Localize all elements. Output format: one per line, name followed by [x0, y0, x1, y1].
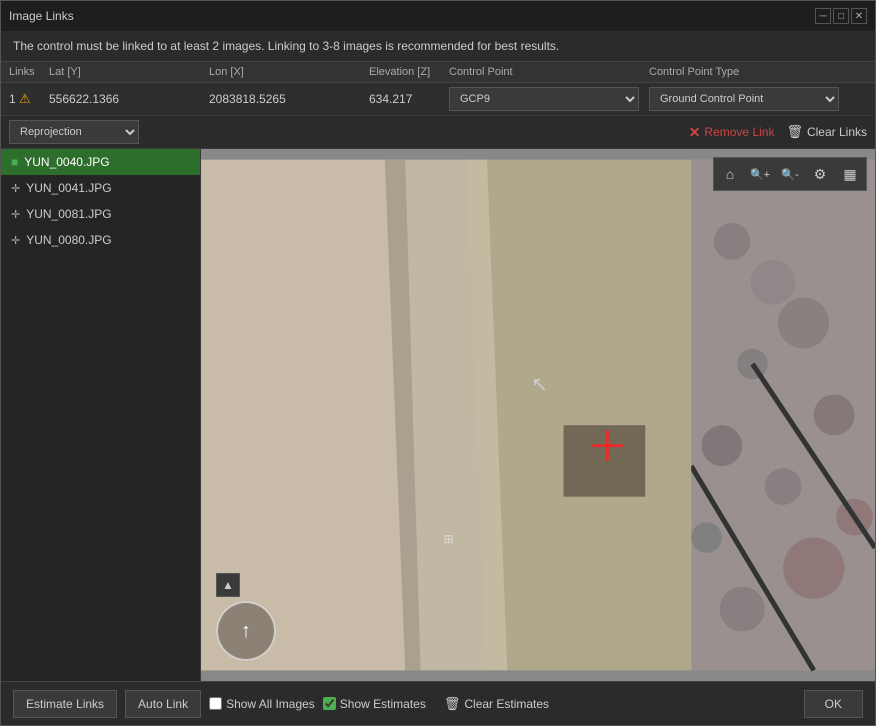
title-bar-buttons: ─ □ ✕: [815, 8, 867, 24]
info-message: The control must be linked to at least 2…: [13, 39, 559, 53]
row-cpt: Ground Control Point: [649, 87, 849, 111]
aerial-image: [201, 149, 875, 681]
crosshair-icon-3: ✛: [11, 234, 20, 247]
control-point-select[interactable]: GCP9: [449, 87, 639, 111]
nav-up-button[interactable]: ▲: [216, 573, 240, 597]
clear-estimates-label: Clear Estimates: [464, 697, 549, 711]
map-layers-button[interactable]: ▦: [836, 160, 864, 188]
map-settings-button[interactable]: ⚙: [806, 160, 834, 188]
file-name-2: YUN_0081.JPG: [26, 207, 111, 221]
file-name-0: YUN_0040.JPG: [24, 155, 109, 169]
show-all-images-label[interactable]: Show All Images: [209, 697, 315, 711]
row-link-num: 1 ⚠: [9, 91, 49, 107]
col-elevation-header: Elevation [Z]: [369, 66, 449, 78]
row-lon: 2083818.5265: [209, 92, 369, 106]
minimize-button[interactable]: ─: [815, 8, 831, 24]
control-point-type-select[interactable]: Ground Control Point: [649, 87, 839, 111]
file-name-3: YUN_0080.JPG: [26, 233, 111, 247]
file-list: ■ YUN_0040.JPG ✛ YUN_0041.JPG ✛ YUN_0081…: [1, 149, 201, 681]
col-lon-header: Lon [X]: [209, 66, 369, 78]
restore-button[interactable]: □: [833, 8, 849, 24]
col-cpt-header: Control Point Type: [649, 66, 849, 78]
map-canvas: ↖ ⊞ ⌂ 🔍+ 🔍- ⚙: [201, 149, 875, 681]
crosshair-icon-2: ✛: [11, 208, 20, 221]
file-name-1: YUN_0041.JPG: [26, 181, 111, 195]
zoom-in-icon: 🔍+: [750, 168, 770, 181]
show-estimates-label[interactable]: Show Estimates: [323, 697, 426, 711]
file-item-1[interactable]: ✛ YUN_0041.JPG: [1, 175, 200, 201]
home-icon: ⌂: [726, 166, 734, 182]
bottom-bar: Estimate Links Auto Link Show All Images…: [1, 681, 875, 725]
layers-icon: ▦: [843, 166, 856, 183]
row-lat: 556622.1366: [49, 92, 209, 106]
map-zoom-in-button[interactable]: 🔍+: [746, 160, 774, 188]
row-elevation: 634.217: [369, 92, 449, 106]
zoom-out-icon: 🔍-: [781, 168, 798, 181]
estimate-links-button[interactable]: Estimate Links: [13, 690, 117, 718]
table-header: Links Lat [Y] Lon [X] Elevation [Z] Cont…: [1, 62, 875, 83]
row-cp: GCP9: [449, 87, 649, 111]
clear-links-button[interactable]: 🗑 Clear Links: [786, 124, 867, 140]
info-bar: The control must be linked to at least 2…: [1, 31, 875, 62]
col-links-header: Links: [9, 66, 49, 78]
window-title: Image Links: [9, 9, 74, 23]
clear-estimates-button[interactable]: 🗑 Clear Estimates: [434, 690, 559, 718]
show-estimates-text: Show Estimates: [340, 697, 426, 711]
settings-icon: ⚙: [814, 166, 827, 183]
show-all-images-text: Show All Images: [226, 697, 315, 711]
reprojection-select[interactable]: Reprojection: [9, 120, 139, 144]
show-estimates-checkbox[interactable]: [323, 697, 336, 710]
auto-link-button[interactable]: Auto Link: [125, 690, 201, 718]
clear-links-label: Clear Links: [807, 125, 867, 139]
ok-button[interactable]: OK: [804, 690, 863, 718]
remove-link-icon: ✕: [689, 124, 701, 141]
action-buttons: ✕ Remove Link 🗑 Clear Links: [689, 124, 867, 141]
dropdown-row: Reprojection ✕ Remove Link 🗑 Clear Links: [1, 116, 875, 149]
map-home-button[interactable]: ⌂: [716, 160, 744, 188]
file-item-0[interactable]: ■ YUN_0040.JPG: [1, 149, 200, 175]
table-row: 1 ⚠ 556622.1366 2083818.5265 634.217 GCP…: [1, 83, 875, 116]
map-navigation-controls: ▲ ↑: [216, 573, 276, 661]
title-bar: Image Links ─ □ ✕: [1, 1, 875, 31]
image-links-window: Image Links ─ □ ✕ The control must be li…: [0, 0, 876, 726]
show-all-images-checkbox[interactable]: [209, 697, 222, 710]
file-item-3[interactable]: ✛ YUN_0080.JPG: [1, 227, 200, 253]
clear-estimates-icon: 🗑: [444, 696, 461, 712]
active-file-icon: ■: [11, 155, 18, 169]
col-cp-header: Control Point: [449, 66, 649, 78]
map-zoom-out-button[interactable]: 🔍-: [776, 160, 804, 188]
map-area[interactable]: ↖ ⊞ ⌂ 🔍+ 🔍- ⚙: [201, 149, 875, 681]
remove-link-label: Remove Link: [704, 125, 774, 139]
main-area: ■ YUN_0040.JPG ✛ YUN_0041.JPG ✛ YUN_0081…: [1, 149, 875, 681]
col-lat-header: Lat [Y]: [49, 66, 209, 78]
crosshair-icon-1: ✛: [11, 182, 20, 195]
file-item-2[interactable]: ✛ YUN_0081.JPG: [1, 201, 200, 227]
map-toolbar: ⌂ 🔍+ 🔍- ⚙ ▦: [713, 157, 867, 191]
clear-links-icon: 🗑: [786, 124, 803, 140]
cursor-indicator: ↖: [531, 372, 548, 397]
remove-link-button[interactable]: ✕ Remove Link: [689, 124, 775, 141]
close-button[interactable]: ✕: [851, 8, 867, 24]
grid-icon: ⊞: [444, 532, 454, 546]
compass: ↑: [216, 601, 276, 661]
warning-icon: ⚠: [19, 91, 31, 106]
